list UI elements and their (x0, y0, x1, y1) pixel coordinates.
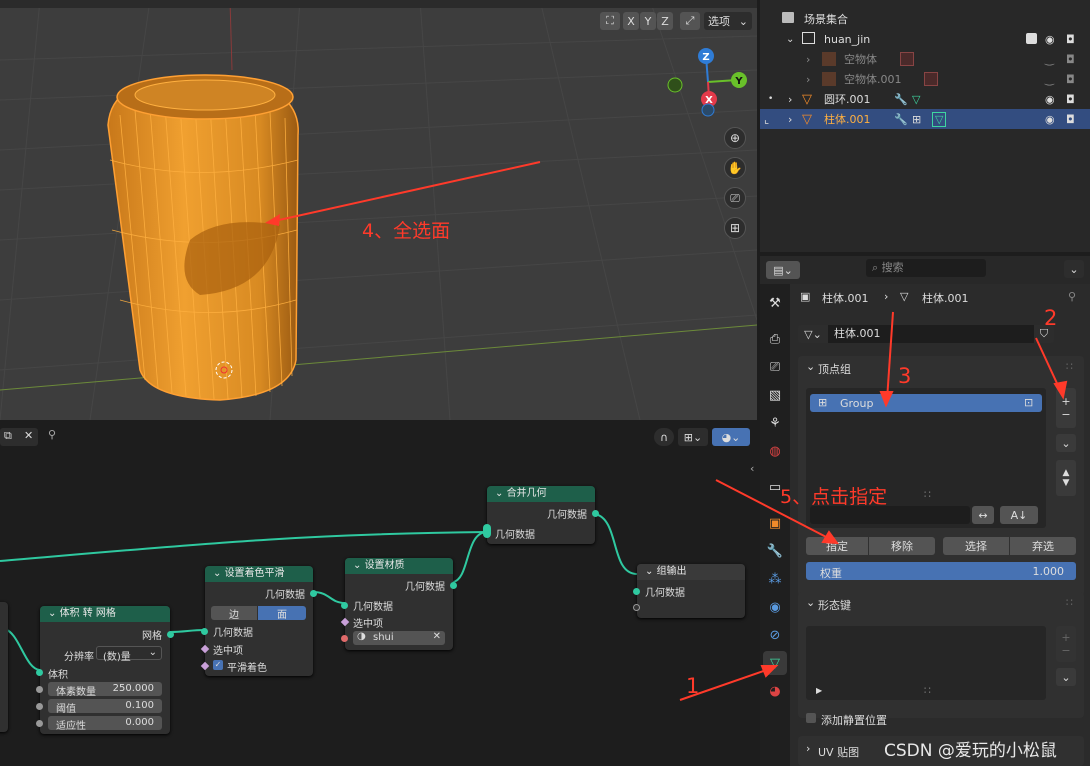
annotation-2: 2 (1044, 306, 1058, 330)
annotation-3: 3 (898, 364, 912, 388)
annotation-5: 5、点击指定 (780, 486, 888, 508)
annotation-arrows (679, 311, 1068, 701)
annotation-1: 1 (686, 674, 700, 698)
watermark: CSDN @爱玩的小松鼠 (884, 741, 1057, 761)
